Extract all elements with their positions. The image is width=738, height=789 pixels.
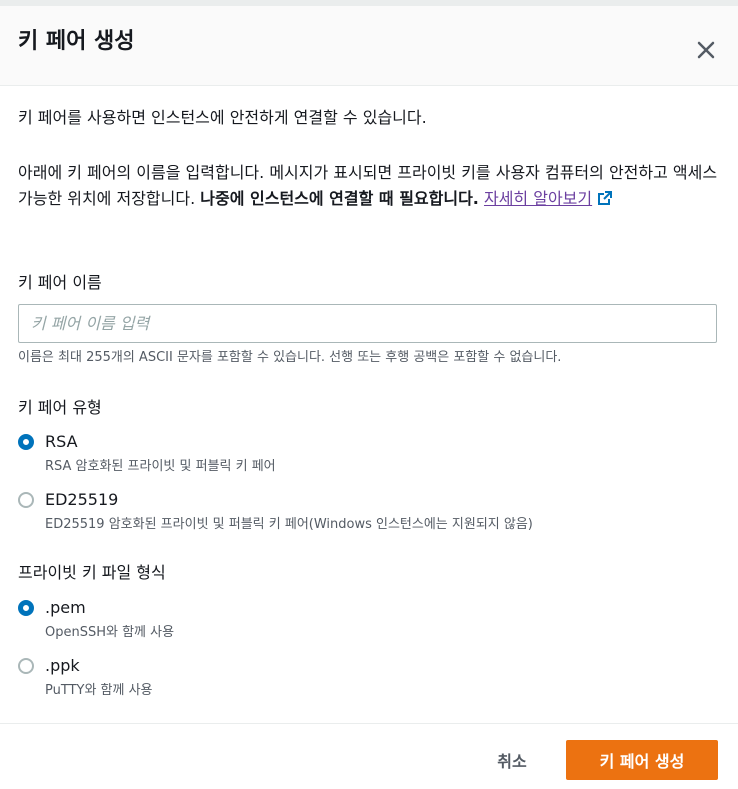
close-icon (697, 41, 715, 59)
key-type-label: 키 페어 유형 (18, 398, 102, 417)
create-key-pair-button[interactable]: 키 페어 생성 (566, 740, 718, 780)
pem-label: .pem (45, 598, 86, 617)
description-bold: 나중에 인스턴스에 연결할 때 필요합니다. (200, 189, 479, 208)
create-key-pair-dialog: 키 페어 생성 키 페어를 사용하면 인스턴스에 안전하게 연결할 수 있습니다… (0, 0, 738, 789)
pem-radio[interactable] (18, 600, 34, 616)
dialog-title: 키 페어 생성 (18, 29, 135, 54)
ed25519-label: ED25519 (45, 490, 119, 509)
key-name-label: 키 페어 이름 (18, 273, 102, 292)
external-link-icon (598, 191, 613, 205)
key-type-option-ed25519[interactable]: ED25519 ED25519 암호화된 프라이빗 및 퍼블릭 키 페어(Win… (18, 490, 718, 534)
file-format-label: 프라이빗 키 파일 형식 (18, 563, 166, 582)
ppk-label: .ppk (45, 656, 80, 675)
ed25519-radio[interactable] (18, 492, 34, 508)
ppk-radio[interactable] (18, 658, 34, 674)
learn-more-link[interactable]: 자세히 알아보기 (484, 189, 613, 208)
pem-description: OpenSSH와 함께 사용 (45, 625, 175, 640)
ppk-description: PuTTY와 함께 사용 (45, 683, 153, 698)
rsa-radio[interactable] (18, 434, 34, 450)
ed25519-description: ED25519 암호화된 프라이빗 및 퍼블릭 키 페어(Windows 인스턴… (45, 517, 533, 532)
dialog-header: 키 페어 생성 (0, 6, 738, 86)
key-type-option-rsa[interactable]: RSA RSA 암호화된 프라이빗 및 퍼블릭 키 페어 (18, 432, 718, 476)
learn-more-label: 자세히 알아보기 (483, 189, 593, 208)
file-format-option-ppk[interactable]: .ppk PuTTY와 함께 사용 (18, 656, 718, 700)
file-format-option-pem[interactable]: .pem OpenSSH와 함께 사용 (18, 598, 718, 642)
key-name-hint: 이름은 최대 255개의 ASCII 문자를 포함할 수 있습니다. 선행 또는… (18, 350, 562, 365)
cancel-button[interactable]: 취소 (478, 740, 546, 780)
rsa-label: RSA (45, 432, 78, 451)
footer-divider (0, 723, 738, 724)
rsa-description: RSA 암호화된 프라이빗 및 퍼블릭 키 페어 (45, 459, 276, 474)
key-name-input[interactable] (18, 304, 717, 343)
description-text: 아래에 키 페어의 이름을 입력합니다. 메시지가 표시되면 프라이빗 키를 사… (18, 160, 718, 212)
intro-text: 키 페어를 사용하면 인스턴스에 안전하게 연결할 수 있습니다. (18, 108, 427, 127)
close-button[interactable] (690, 34, 722, 66)
